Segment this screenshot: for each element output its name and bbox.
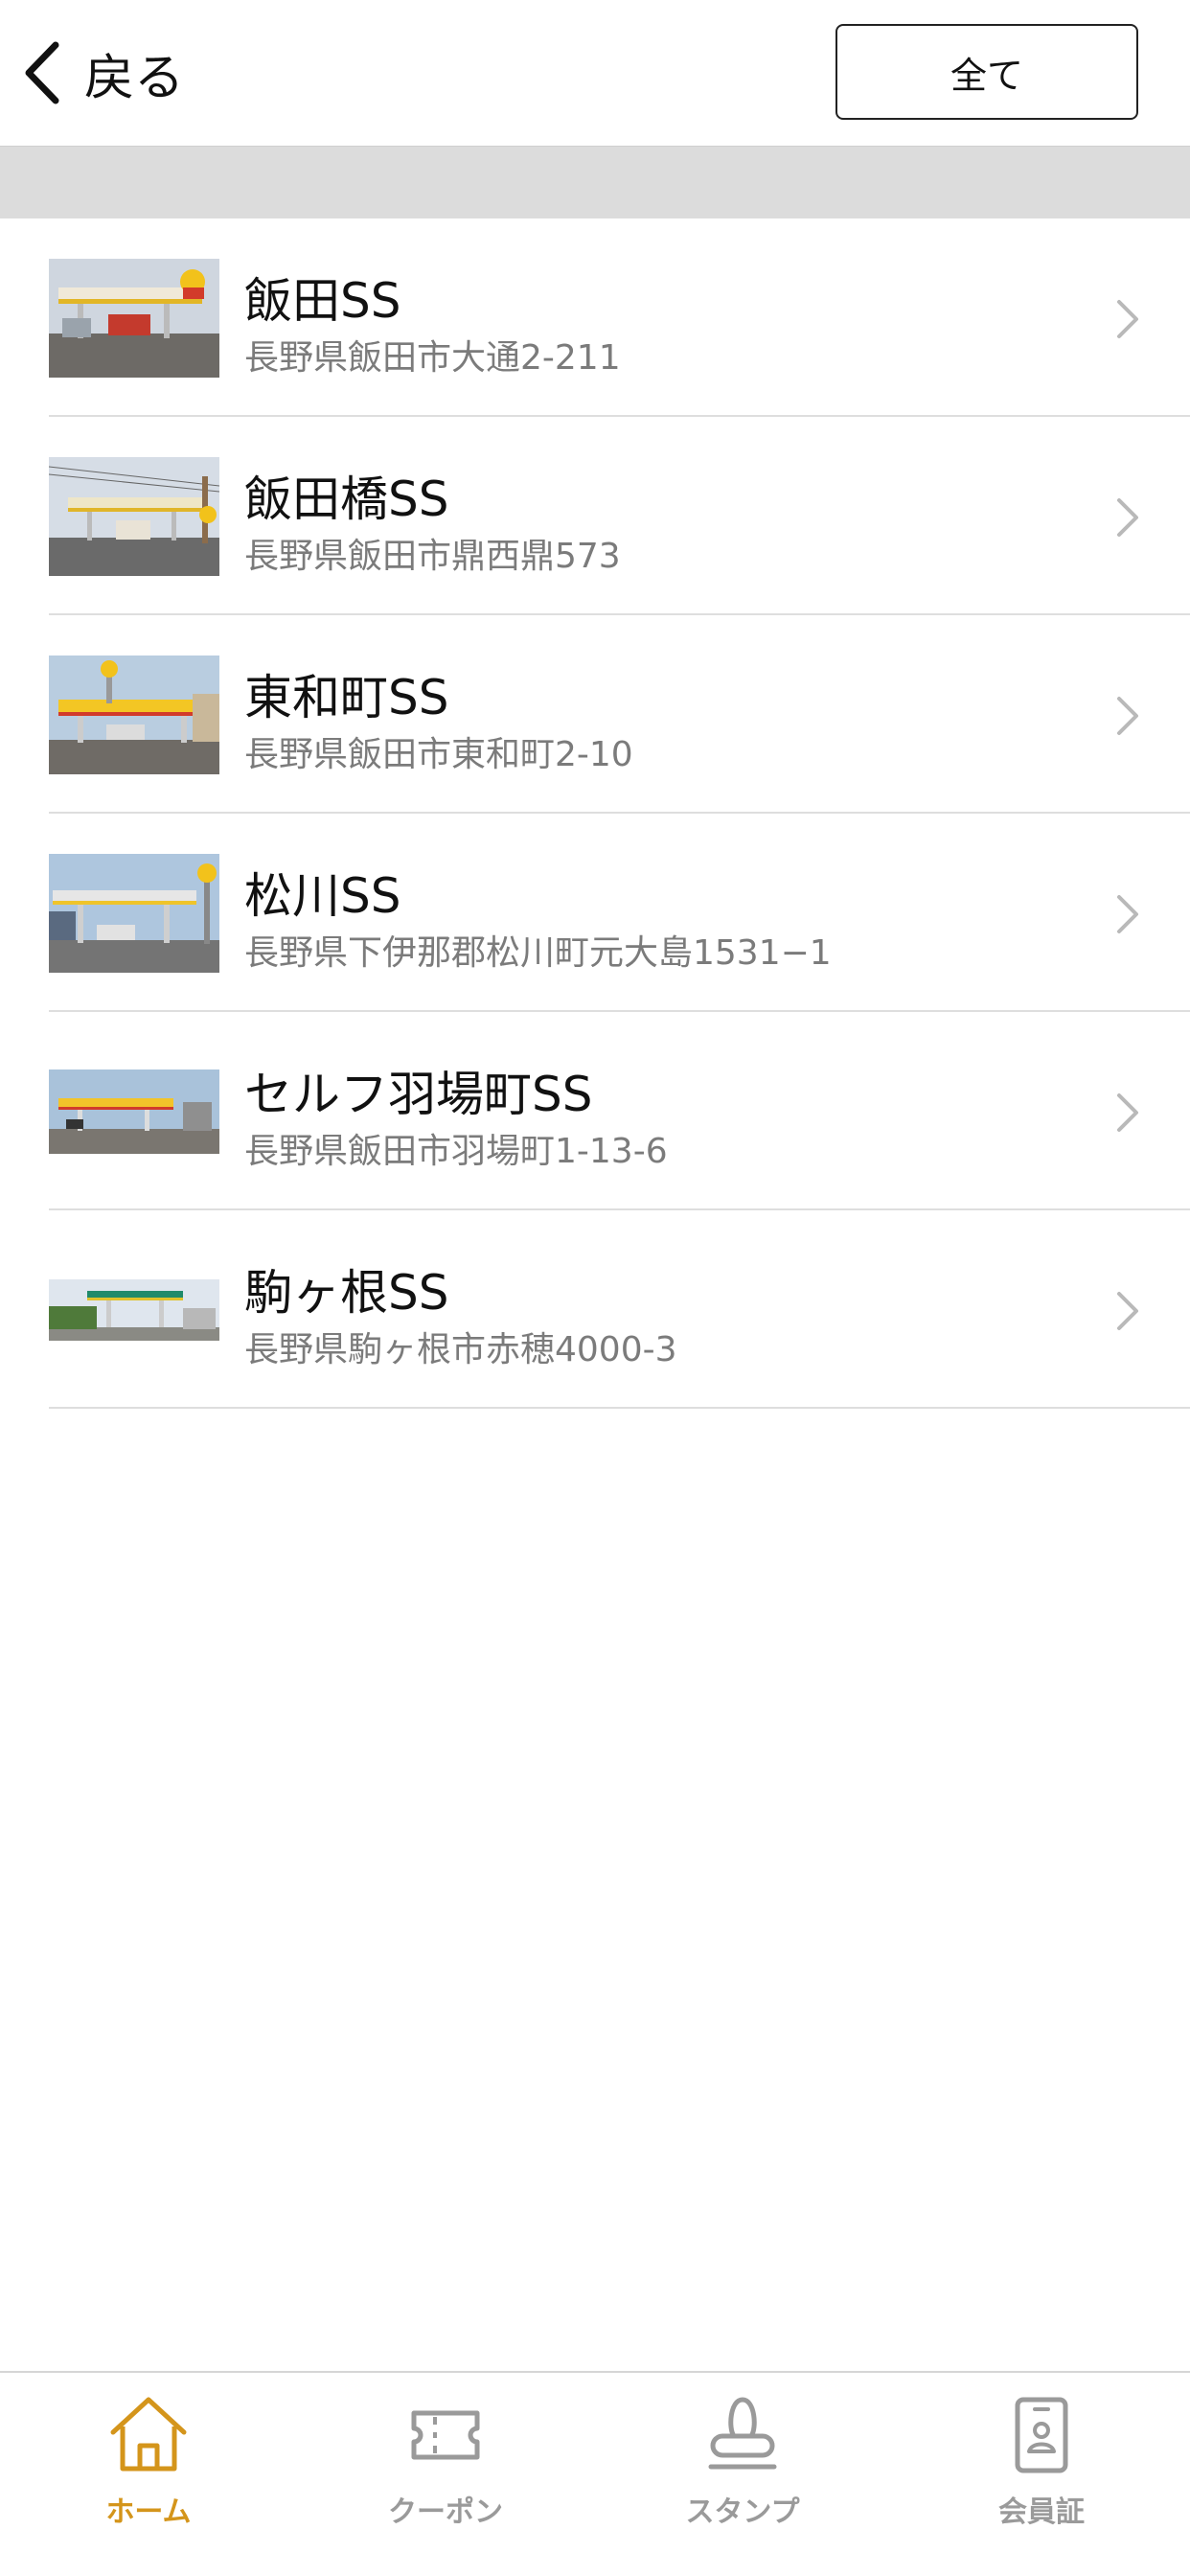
station-name: 飯田SS: [244, 273, 401, 329]
station-address: 長野県駒ヶ根市赤穂4000-3: [244, 1330, 677, 1369]
member-card-icon: [998, 2392, 1085, 2478]
chevron-left-icon: [25, 41, 59, 104]
back-button[interactable]: 戻る: [21, 34, 184, 111]
all-button[interactable]: 全て: [835, 24, 1138, 120]
chevron-right-icon: [1117, 1093, 1138, 1132]
tab-home-label: ホーム: [105, 2496, 192, 2529]
station-photo: [49, 656, 219, 774]
tab-member-card[interactable]: 会員証: [893, 2392, 1190, 2545]
header-bar: 戻る 全て: [0, 0, 1190, 146]
tab-coupon-label: クーポン: [388, 2496, 503, 2529]
station-photo: [49, 854, 219, 973]
station-name: 東和町SS: [244, 670, 449, 725]
station-name: 駒ヶ根SS: [244, 1265, 449, 1321]
station-address: 長野県飯田市大通2-211: [244, 338, 621, 378]
station-row[interactable]: 飯田SS 長野県飯田市大通2-211: [0, 218, 1190, 417]
station-row[interactable]: 東和町SS 長野県飯田市東和町2-10: [0, 615, 1190, 814]
stamp-icon: [699, 2392, 786, 2478]
section-divider-band: [0, 146, 1190, 218]
station-name: セルフ羽場町SS: [244, 1067, 593, 1122]
chevron-right-icon: [1117, 697, 1138, 735]
station-row[interactable]: セルフ羽場町SS 長野県飯田市羽場町1-13-6: [0, 1012, 1190, 1210]
chevron-right-icon: [1117, 895, 1138, 933]
chevron-right-icon: [1117, 498, 1138, 537]
station-photo: [49, 259, 219, 378]
station-photo: [49, 1251, 219, 1369]
station-address: 長野県飯田市東和町2-10: [244, 735, 633, 774]
tab-home[interactable]: ホーム: [0, 2392, 297, 2545]
station-list: 飯田SS 長野県飯田市大通2-211 飯田橋SS 長野県飯田市鼎西鼎573 東和…: [0, 218, 1190, 1409]
station-address: 長野県下伊那郡松川町元大島1531−1: [244, 933, 832, 973]
chevron-right-icon: [1117, 300, 1138, 338]
home-icon: [105, 2392, 192, 2478]
station-name: 松川SS: [244, 868, 401, 924]
coupon-icon: [402, 2392, 489, 2478]
tab-member-card-label: 会員証: [998, 2496, 1085, 2529]
station-row[interactable]: 飯田橋SS 長野県飯田市鼎西鼎573: [0, 417, 1190, 615]
station-address: 長野県飯田市羽場町1-13-6: [244, 1132, 668, 1171]
chevron-right-icon: [1117, 1292, 1138, 1330]
tab-coupon[interactable]: クーポン: [297, 2392, 594, 2545]
station-name: 飯田橋SS: [244, 472, 449, 527]
station-address: 長野県飯田市鼎西鼎573: [244, 537, 621, 576]
station-row[interactable]: 松川SS 長野県下伊那郡松川町元大島1531−1: [0, 814, 1190, 1012]
station-photo: [49, 1052, 219, 1171]
station-photo: [49, 457, 219, 576]
bottom-tab-bar: ホーム クーポン スタンプ 会員証: [0, 2371, 1190, 2576]
tab-stamp[interactable]: スタンプ: [594, 2392, 891, 2545]
tab-stamp-label: スタンプ: [685, 2496, 800, 2529]
station-row[interactable]: 駒ヶ根SS 長野県駒ヶ根市赤穂4000-3: [0, 1210, 1190, 1409]
back-label: 戻る: [84, 49, 185, 107]
